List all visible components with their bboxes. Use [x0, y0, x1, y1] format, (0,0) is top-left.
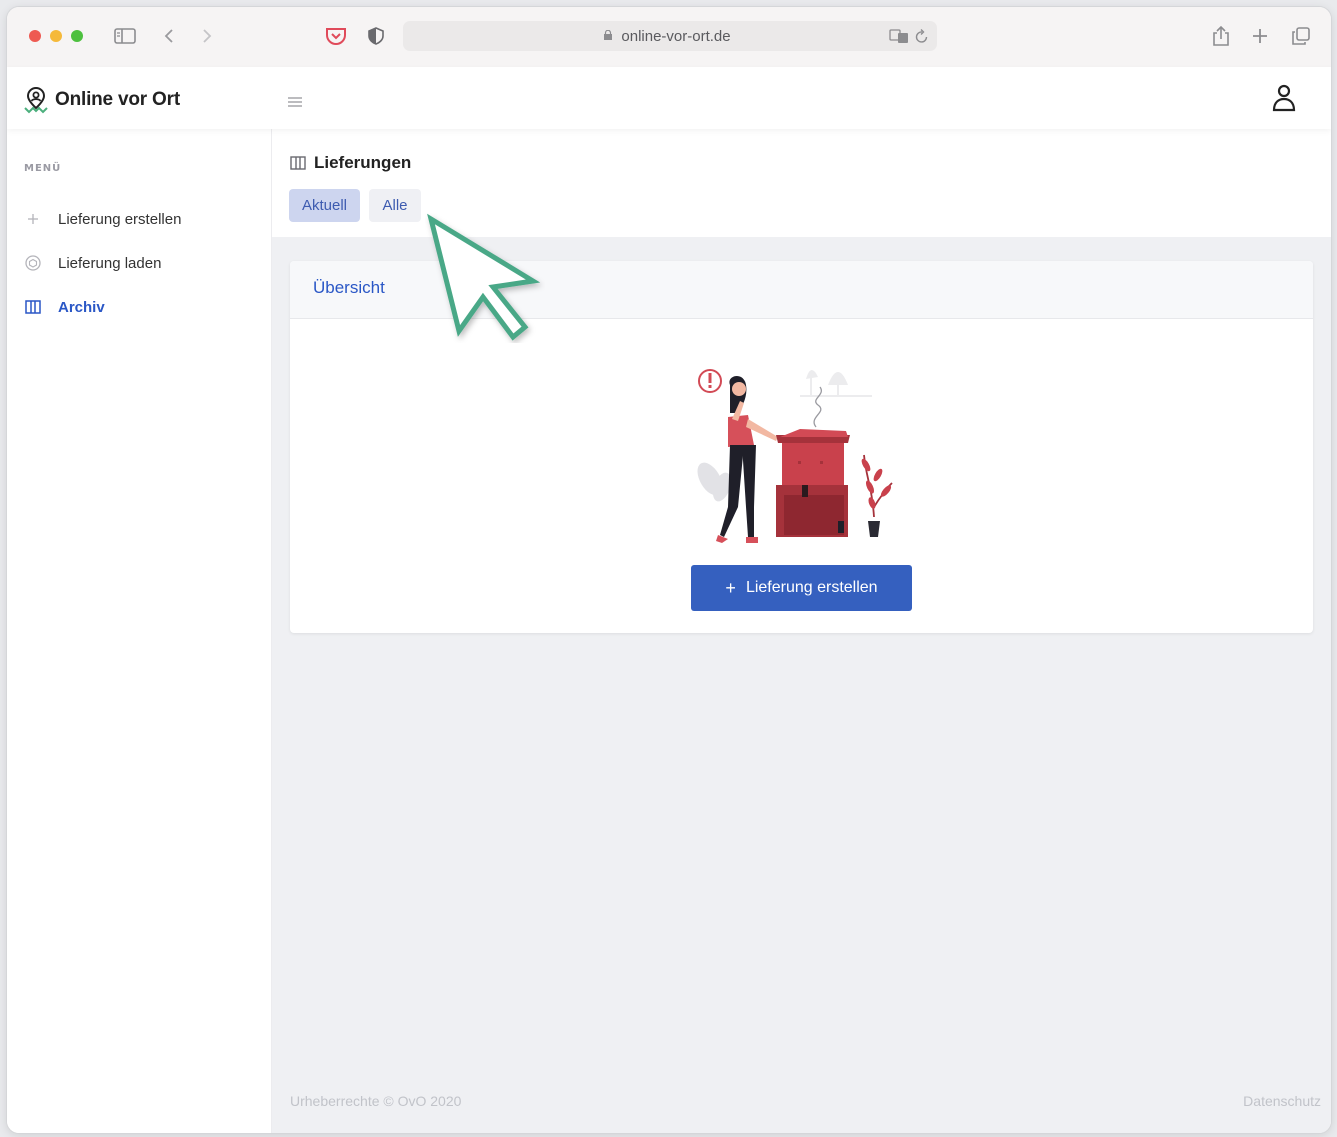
card-title: Übersicht — [313, 278, 385, 297]
archive-icon — [290, 155, 306, 171]
sidebar-item-label: Archiv — [58, 298, 105, 316]
new-tab-icon[interactable] — [1248, 24, 1272, 48]
minimize-window-button[interactable] — [50, 30, 62, 42]
sidebar-item-lieferung-laden[interactable]: Lieferung laden — [23, 251, 161, 275]
back-icon[interactable] — [157, 24, 181, 48]
reload-icon[interactable] — [915, 28, 929, 48]
close-window-button[interactable] — [29, 30, 41, 42]
app-header: Online vor Ort — [7, 67, 1331, 129]
url-text: online-vor-ort.de — [621, 27, 731, 45]
tab-alle[interactable]: Alle — [369, 189, 421, 222]
copyright-text: Urheberrechte © OvO 2020 — [290, 1093, 462, 1109]
sidebar-toggle-icon[interactable] — [113, 24, 137, 48]
translate-icon[interactable] — [889, 28, 909, 48]
address-bar[interactable]: online-vor-ort.de — [403, 21, 937, 51]
forward-icon[interactable] — [195, 24, 219, 48]
browser-toolbar: online-vor-ort.de — [7, 7, 1331, 68]
sidebar-item-lieferung-erstellen[interactable]: Lieferung erstellen — [23, 207, 181, 231]
privacy-link[interactable]: Datenschutz — [1243, 1093, 1321, 1109]
location-pin-icon — [24, 86, 48, 114]
brand-name: Online vor Ort — [55, 89, 180, 110]
page-title-text: Lieferungen — [314, 153, 412, 172]
menu-section-label: MENÜ — [24, 163, 62, 174]
user-account-icon[interactable] — [1271, 84, 1297, 116]
plus-icon — [23, 213, 43, 225]
shield-icon[interactable] — [364, 24, 388, 48]
tab-aktuell[interactable]: Aktuell — [289, 189, 360, 222]
sidebar-item-label: Lieferung erstellen — [58, 210, 182, 228]
package-icon — [23, 255, 43, 271]
pointer-arrow-icon — [427, 213, 541, 341]
hamburger-menu-icon[interactable] — [287, 93, 303, 112]
woman-with-boxes-illustration — [697, 369, 893, 543]
sidebar-item-archiv[interactable]: Archiv — [23, 295, 105, 319]
brand-logo[interactable]: Online vor Ort — [23, 86, 180, 114]
plus-icon: + — [725, 577, 736, 598]
sidebar: MENÜ Lieferung erstellen Lieferung laden… — [7, 129, 272, 1133]
create-delivery-button-label: Lieferung erstellen — [745, 579, 878, 596]
sidebar-item-label: Lieferung laden — [58, 254, 162, 272]
tabs-overview-icon[interactable] — [1289, 24, 1313, 48]
pocket-icon[interactable] — [324, 24, 348, 48]
browser-window: online-vor-ort.de Online vor Ort MENÜ Li… — [7, 7, 1331, 1133]
archive-icon — [23, 299, 43, 315]
create-delivery-button[interactable]: + Lieferung erstellen — [691, 565, 912, 611]
page-title: Lieferungen — [290, 153, 411, 173]
share-icon[interactable] — [1209, 24, 1233, 48]
lock-icon — [604, 30, 612, 40]
zoom-window-button[interactable] — [71, 30, 83, 42]
